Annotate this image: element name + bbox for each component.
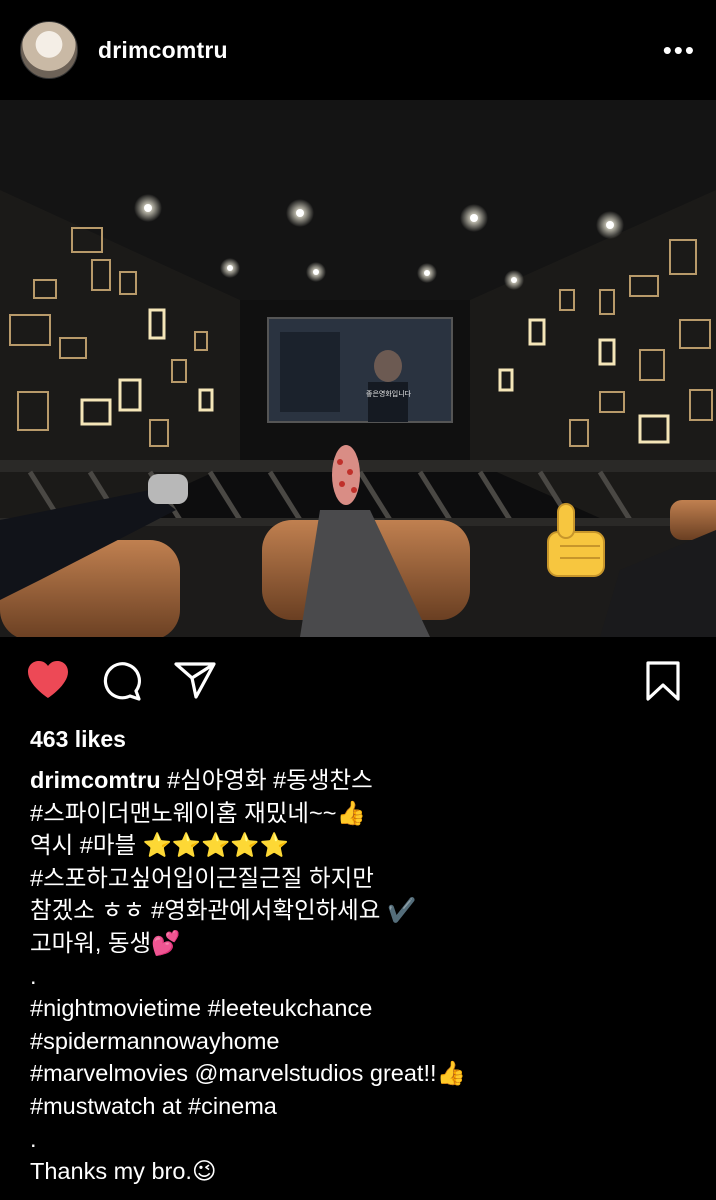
caption-line: #nightmovietime #leeteukchance (30, 995, 373, 1022)
caption-line: #mustwatch at #cinema (30, 1092, 277, 1119)
comment-icon[interactable] (101, 660, 143, 707)
caption-line: . (30, 1125, 37, 1152)
likes-count[interactable]: 463 likes (30, 726, 126, 753)
more-options-icon[interactable]: ••• (663, 37, 696, 63)
heart-icon[interactable] (26, 660, 70, 705)
caption-line: 역시 #마블 ⭐⭐⭐⭐⭐ (30, 832, 289, 859)
caption-line: drimcomtru #심야영화 #동생찬스 (30, 767, 373, 793)
caption-line: Thanks my bro.😉 (30, 1158, 217, 1185)
share-icon[interactable] (174, 660, 216, 705)
bookmark-icon[interactable] (645, 660, 681, 707)
action-bar (0, 652, 716, 712)
caption-line: 고마워, 동생💕 (30, 929, 181, 956)
caption-line: 참겠소 ㅎㅎ #영화관에서확인하세요 ✔️ (30, 897, 417, 924)
screen-subtitle: 좋은영화입니다 (366, 389, 412, 398)
caption: drimcomtru #심야영화 #동생찬스 #스파이더맨노웨이홈 재밌네~~👍… (30, 764, 690, 1188)
theater-photo: 좋은영화입니다 (0, 100, 716, 637)
caption-username[interactable]: drimcomtru (30, 767, 161, 793)
movie-screen: 좋은영화입니다 (267, 317, 453, 423)
caption-line: #marvelmovies @marvelstudios great!!👍 (30, 1060, 466, 1087)
caption-line: #스파이더맨노웨이홈 재밌네~~👍 (30, 799, 366, 826)
header-username[interactable]: drimcomtru (98, 37, 228, 64)
caption-line: . (30, 962, 37, 989)
caption-line: #spidermannowayhome (30, 1027, 280, 1054)
caption-line: #스포하고싶어입이근질근질 하지만 (30, 864, 374, 891)
post-header: drimcomtru ••• (0, 0, 716, 100)
post-photo[interactable]: 좋은영화입니다 (0, 100, 716, 637)
avatar[interactable] (20, 21, 78, 79)
heart-shape (28, 661, 68, 698)
